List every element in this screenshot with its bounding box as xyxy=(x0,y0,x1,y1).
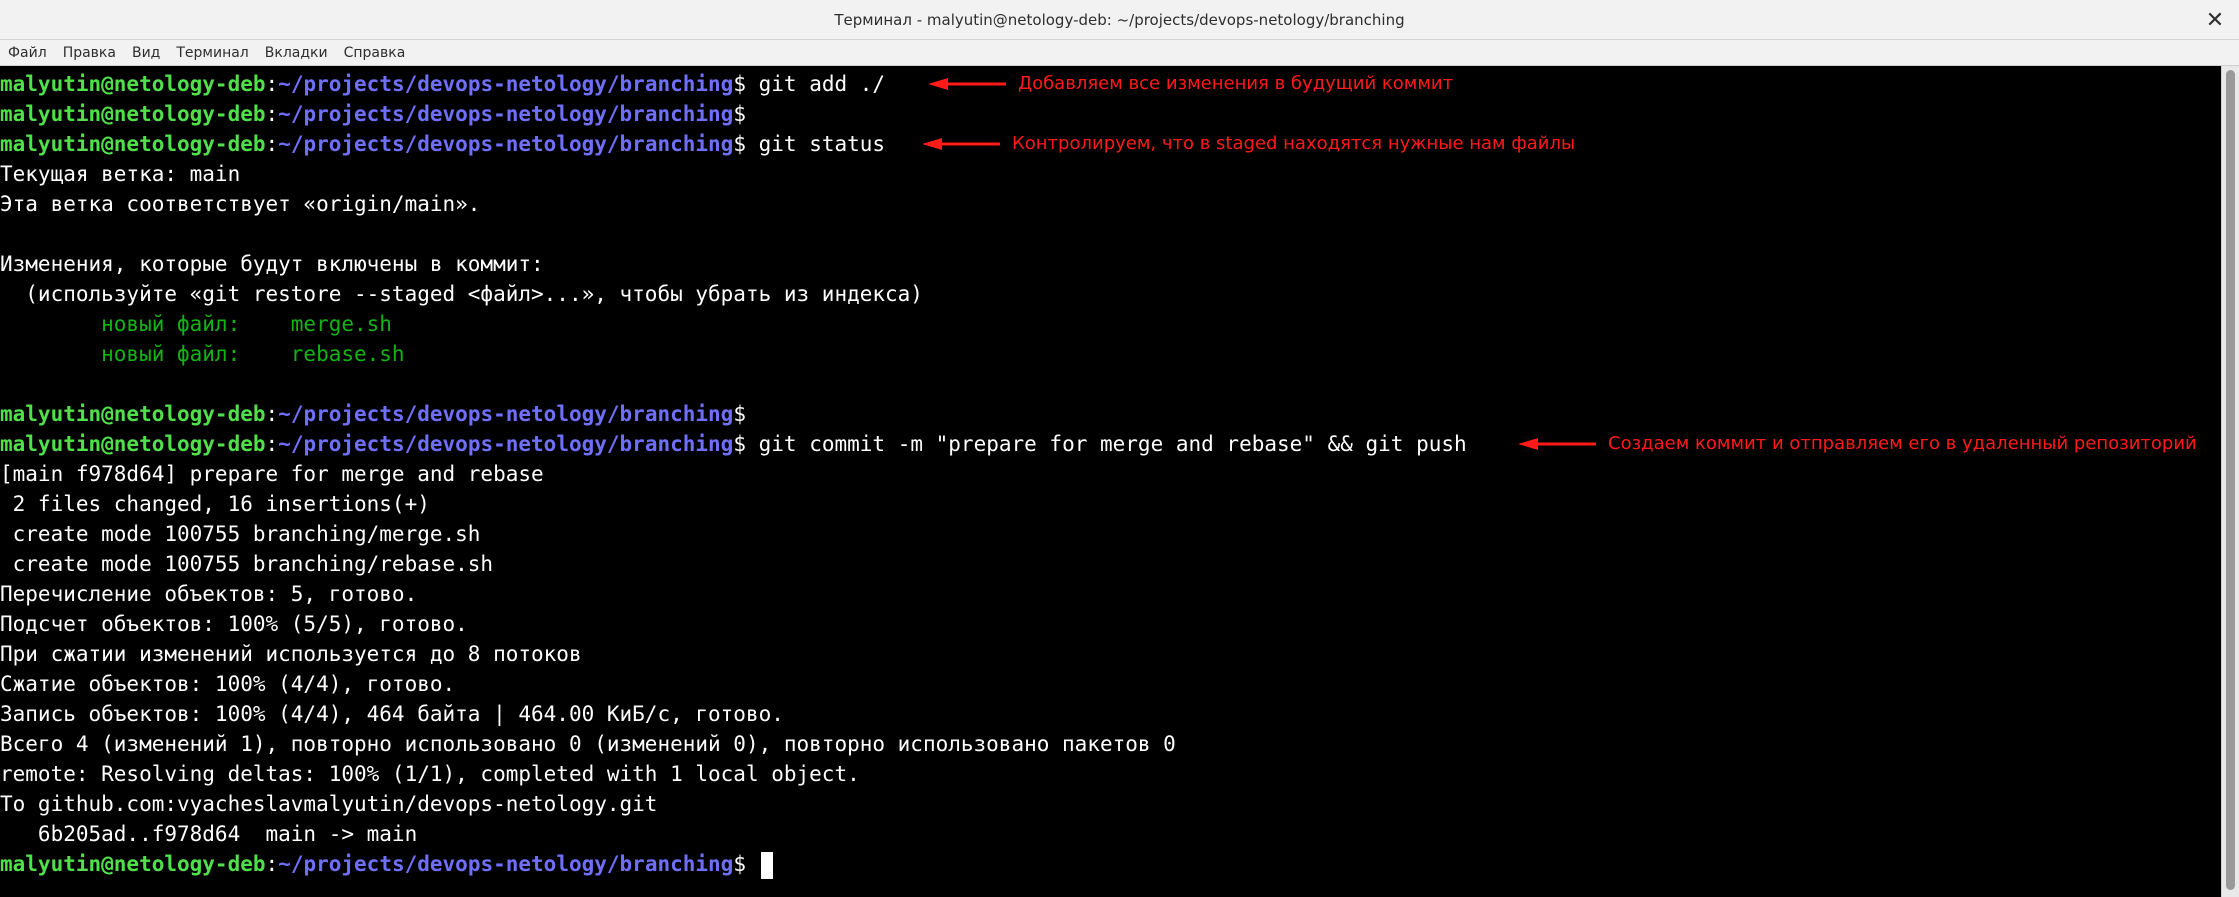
terminal-line: create mode 100755 branching/merge.sh xyxy=(0,522,481,546)
terminal-line: Подсчет объектов: 100% (5/5), готово. xyxy=(0,612,468,636)
terminal-line: (используйте «git restore --staged <файл… xyxy=(0,282,923,306)
terminal-line: malyutin@netology-deb:~/projects/devops-… xyxy=(0,69,2221,99)
annotation-text: Создаем коммит и отправляем его в удален… xyxy=(1608,433,2197,454)
command-text: git commit -m "prepare for merge and reb… xyxy=(758,432,1467,456)
vertical-scrollbar[interactable] xyxy=(2221,66,2239,897)
arrow-left-icon xyxy=(922,138,1000,150)
staged-file-line: новый файл: merge.sh xyxy=(0,312,392,336)
prompt-path: ~/projects/devops-netology/branching xyxy=(278,132,734,156)
arrow-left-icon xyxy=(928,78,1006,90)
prompt-path: ~/projects/devops-netology/branching xyxy=(278,852,734,876)
terminal-line: remote: Resolving deltas: 100% (1/1), co… xyxy=(0,762,860,786)
prompt-sign: $ xyxy=(733,402,746,426)
terminal-line: malyutin@netology-deb:~/projects/devops-… xyxy=(0,102,746,126)
prompt-user: malyutin@netology-deb xyxy=(0,432,266,456)
prompt-user: malyutin@netology-deb xyxy=(0,402,266,426)
annotation: Создаем коммит и отправляем его в удален… xyxy=(1518,429,2197,459)
terminal-line: To github.com:vyacheslavmalyutin/devops-… xyxy=(0,792,658,816)
prompt-user: malyutin@netology-deb xyxy=(0,102,266,126)
terminal-line: Сжатие объектов: 100% (4/4), готово. xyxy=(0,672,456,696)
terminal-line: Эта ветка соответствует «origin/main». xyxy=(0,192,481,216)
prompt-sign: $ xyxy=(733,852,746,876)
menu-tabs[interactable]: Вкладки xyxy=(265,45,328,61)
prompt-user: malyutin@netology-deb xyxy=(0,72,266,96)
terminal-line: [main f978d64] prepare for merge and reb… xyxy=(0,462,544,486)
scrollbar-thumb[interactable] xyxy=(2226,70,2235,890)
prompt-sign: $ xyxy=(733,102,746,126)
terminal-line: malyutin@netology-deb:~/projects/devops-… xyxy=(0,402,746,426)
terminal-line: malyutin@netology-deb:~/projects/devops-… xyxy=(0,129,2221,159)
terminal-line: malyutin@netology-deb:~/projects/devops-… xyxy=(0,849,2221,879)
menu-help[interactable]: Справка xyxy=(344,45,406,61)
command-text: git status xyxy=(758,132,886,156)
menu-file[interactable]: Файл xyxy=(8,45,47,61)
terminal-line: 2 files changed, 16 insertions(+) xyxy=(0,492,430,516)
terminal-line: Запись объектов: 100% (4/4), 464 байта |… xyxy=(0,702,784,726)
prompt-user: malyutin@netology-deb xyxy=(0,852,266,876)
staged-file-line: новый файл: rebase.sh xyxy=(0,342,405,366)
annotation: Контролируем, что в staged находятся нуж… xyxy=(922,129,1575,159)
terminal-line: create mode 100755 branching/rebase.sh xyxy=(0,552,494,576)
annotation-text: Добавляем все изменения в будущий коммит xyxy=(1018,73,1454,94)
arrow-left-icon xyxy=(1518,438,1596,450)
prompt-sign: $ xyxy=(733,432,746,456)
window-titlebar: Терминал - malyutin@netology-deb: ~/proj… xyxy=(0,0,2239,40)
terminal-line: Всего 4 (изменений 1), повторно использо… xyxy=(0,732,1176,756)
terminal-line: Изменения, которые будут включены в комм… xyxy=(0,252,544,276)
command-text: git add ./ xyxy=(758,72,886,96)
annotation: Добавляем все изменения в будущий коммит xyxy=(928,69,1453,99)
menu-terminal[interactable]: Терминал xyxy=(176,45,248,61)
menubar: Файл Правка Вид Терминал Вкладки Справка xyxy=(0,40,2239,66)
terminal-line: При сжатии изменений используется до 8 п… xyxy=(0,642,582,666)
terminal-line: Текущая ветка: main xyxy=(0,162,241,186)
prompt-path: ~/projects/devops-netology/branching xyxy=(278,72,734,96)
close-icon[interactable]: ✕ xyxy=(2201,6,2229,34)
prompt-path: ~/projects/devops-netology/branching xyxy=(278,402,734,426)
menu-view[interactable]: Вид xyxy=(132,45,160,61)
terminal-output[interactable]: malyutin@netology-deb:~/projects/devops-… xyxy=(0,66,2221,897)
text-cursor xyxy=(760,851,773,879)
prompt-sign: $ xyxy=(733,72,746,96)
terminal-line: malyutin@netology-deb:~/projects/devops-… xyxy=(0,429,2221,459)
terminal-line: 6b205ad..f978d64 main -> main xyxy=(0,822,418,846)
prompt-path: ~/projects/devops-netology/branching xyxy=(278,102,734,126)
prompt-user: malyutin@netology-deb xyxy=(0,132,266,156)
prompt-sign: $ xyxy=(733,132,746,156)
prompt-path: ~/projects/devops-netology/branching xyxy=(278,432,734,456)
terminal-line: Перечисление объектов: 5, готово. xyxy=(0,582,418,606)
window-title: Терминал - malyutin@netology-deb: ~/proj… xyxy=(834,10,1405,29)
annotation-text: Контролируем, что в staged находятся нуж… xyxy=(1012,133,1576,154)
menu-edit[interactable]: Правка xyxy=(63,45,116,61)
